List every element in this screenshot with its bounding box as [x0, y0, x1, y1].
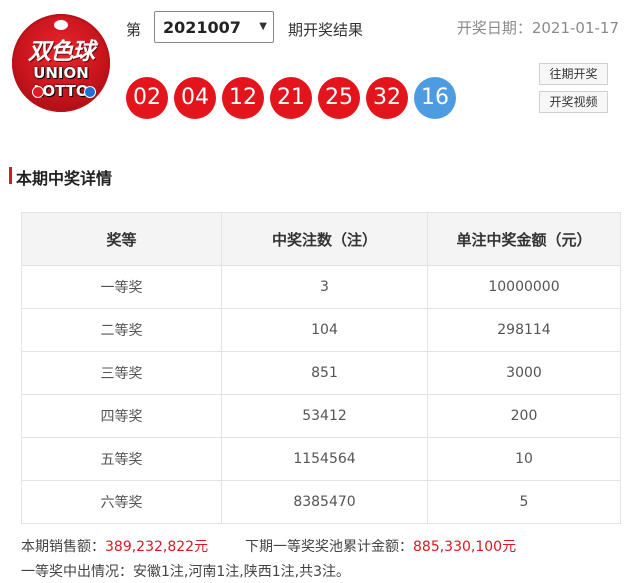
table-row: 三等奖 851 3000 [21, 351, 621, 395]
union-lotto-logo: 双色球 UNION LOTTO [12, 14, 110, 112]
draw-video-button[interactable]: 开奖视频 [539, 91, 608, 113]
logo-en-line1: UNION [33, 64, 89, 82]
prize-amount: 200 [427, 394, 621, 438]
table-row: 五等奖 1154564 10 [21, 437, 621, 481]
prize-level: 六等奖 [21, 480, 222, 524]
lottery-emblem-icon [52, 18, 70, 32]
chevron-down-icon: ▼ [259, 21, 267, 32]
prize-amount: 5 [427, 480, 621, 524]
prize-level: 二等奖 [21, 308, 222, 352]
section-marker [9, 167, 12, 184]
winner-count: 8385470 [221, 480, 428, 524]
table-row: 二等奖 104 298114 [21, 308, 621, 352]
sales-info: 本期销售额：389,232,822元 [21, 536, 208, 556]
pool-value: 885,330,100元 [413, 539, 517, 555]
history-draws-button[interactable]: 往期开奖 [539, 63, 608, 85]
section-title: 本期中奖详情 [16, 169, 113, 188]
winner-count: 104 [221, 308, 428, 352]
issue-select[interactable]: 2021007 ▼ [154, 11, 274, 43]
winner-count: 53412 [221, 394, 428, 438]
prize-level: 四等奖 [21, 394, 222, 438]
blue-ball: 16 [414, 77, 456, 119]
prize-amount: 3000 [427, 351, 621, 395]
logo-blue-ball-icon [84, 86, 96, 98]
logo-cn-text: 双色球 [28, 39, 95, 65]
logo-red-ball-icon [32, 86, 44, 98]
prize-level: 一等奖 [21, 265, 222, 309]
table-row: 一等奖 3 10000000 [21, 265, 621, 309]
first-prize-winners: 一等奖中出情况：安徽1注,河南1注,陕西1注,共3注。 [21, 564, 350, 580]
red-ball: 25 [318, 77, 360, 119]
header-winner-count: 中奖注数（注） [221, 212, 428, 266]
prize-table: 奖等 中奖注数（注） 单注中奖金额（元） 一等奖 3 10000000 二等奖 … [21, 212, 621, 524]
prize-level: 五等奖 [21, 437, 222, 481]
sales-label: 本期销售额： [21, 539, 105, 555]
issue-suffix: 期开奖结果 [288, 21, 364, 39]
red-ball: 04 [174, 77, 216, 119]
red-ball: 21 [270, 77, 312, 119]
draw-date: 开奖日期：2021-01-17 [456, 19, 619, 37]
red-ball: 02 [126, 77, 168, 119]
red-ball: 32 [366, 77, 408, 119]
pool-label: 下期一等奖奖池累计金额： [245, 539, 413, 555]
red-ball: 12 [222, 77, 264, 119]
prize-amount: 10000000 [427, 265, 621, 309]
table-row: 四等奖 53412 200 [21, 394, 621, 438]
winner-count: 3 [221, 265, 428, 309]
prize-amount: 10 [427, 437, 621, 481]
prize-amount: 298114 [427, 308, 621, 352]
header-prize-level: 奖等 [21, 212, 222, 266]
winner-count: 1154564 [221, 437, 428, 481]
issue-prefix: 第 [126, 21, 142, 39]
prize-level: 三等奖 [21, 351, 222, 395]
issue-select-value: 2021007 [163, 18, 241, 37]
header-prize-amount: 单注中奖金额（元） [427, 212, 621, 266]
sales-value: 389,232,822元 [105, 539, 209, 555]
jackpot-pool-info: 下期一等奖奖池累计金额：885,330,100元 [245, 536, 516, 556]
table-header-row: 奖等 中奖注数（注） 单注中奖金额（元） [21, 212, 621, 266]
winner-count: 851 [221, 351, 428, 395]
table-row: 六等奖 8385470 5 [21, 480, 621, 524]
